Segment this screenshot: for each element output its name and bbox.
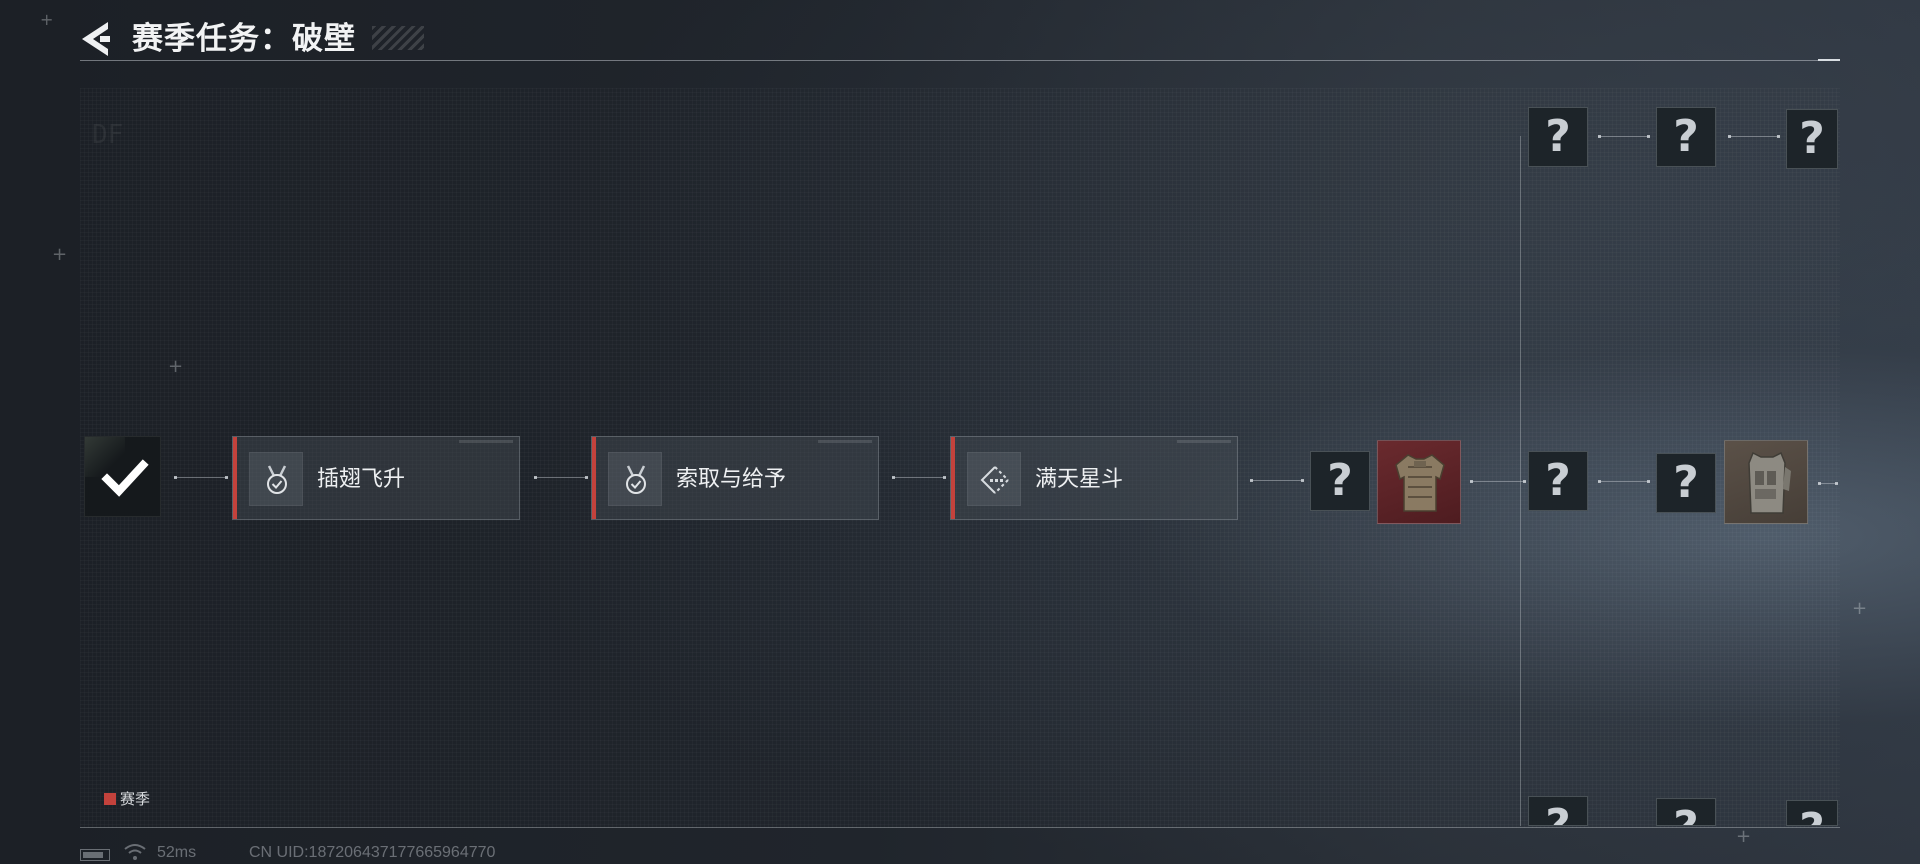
path-connector [1728, 135, 1780, 138]
ping-readout: 52ms [157, 844, 197, 861]
user-uid: CN UID:18720643717766596477​0 [249, 844, 496, 861]
legend-swatch [104, 792, 116, 805]
checkmark-icon [101, 459, 149, 497]
medal-check-icon [267, 465, 287, 494]
path-connector [892, 476, 946, 479]
wifi-icon [124, 844, 146, 860]
body-armor-icon [1395, 454, 1445, 512]
tactical-vest-icon [1748, 451, 1791, 514]
task-label: 满天星斗 [1035, 466, 1124, 491]
card-decoration [818, 440, 872, 443]
task-card-3[interactable]: 满天星斗 [950, 436, 1238, 520]
task-icon-box [249, 452, 303, 506]
question-mark-icon: ? [1673, 457, 1699, 508]
path-connector [1818, 482, 1838, 485]
legend: 赛季 [104, 788, 150, 809]
title-decoration [372, 26, 424, 50]
back-button[interactable] [78, 20, 114, 58]
locked-task-node[interactable]: ? [1310, 451, 1370, 511]
question-mark-icon: ? [1545, 455, 1571, 506]
battery-icon [80, 849, 110, 861]
task-label: 索取与给予 [676, 466, 787, 491]
path-connector [1470, 480, 1526, 483]
question-mark-icon: ? [1673, 111, 1699, 162]
crosshair-icon: + [1736, 826, 1752, 847]
locked-task-node[interactable]: ? [1656, 798, 1716, 826]
task-icon-box [967, 452, 1021, 506]
crosshair-icon: + [40, 10, 54, 29]
reward-item-body-armor[interactable] [1377, 440, 1461, 524]
card-decoration [459, 440, 513, 443]
locked-task-node[interactable]: ? [1656, 107, 1716, 167]
task-icon-box [608, 452, 662, 506]
back-arrow-icon [82, 22, 110, 56]
path-connector [1250, 479, 1304, 482]
task-label: 插翅飞升 [317, 466, 406, 491]
completed-node[interactable] [84, 436, 161, 517]
locked-task-node[interactable]: ? [1528, 107, 1588, 167]
crosshair-icon: + [1852, 598, 1868, 619]
card-decoration [1177, 440, 1231, 443]
question-mark-icon: ? [1673, 802, 1699, 825]
path-connector [1598, 135, 1650, 138]
medal-check-icon [626, 465, 646, 494]
season-accent-bar [951, 437, 955, 519]
question-mark-icon: ? [1799, 113, 1825, 164]
page-title: 赛季任务：破壁 [132, 21, 356, 56]
season-accent-bar [233, 437, 237, 519]
season-accent-bar [592, 437, 596, 519]
locked-task-node[interactable]: ? [1656, 453, 1716, 513]
header-divider-accent [1818, 59, 1840, 61]
branch-line [1520, 136, 1521, 826]
header-divider [80, 60, 1840, 61]
locked-task-node[interactable]: ? [1786, 109, 1838, 169]
diamond-pattern-icon [980, 466, 1009, 494]
hud-decoration: DF [92, 120, 124, 150]
crosshair-icon: + [52, 244, 68, 265]
question-mark-icon: ? [1327, 455, 1353, 506]
path-connector [174, 476, 228, 479]
legend-label: 赛季 [120, 791, 151, 808]
question-mark-icon: ? [1545, 111, 1571, 162]
footer-divider [80, 827, 1840, 828]
reward-item-tactical-vest[interactable] [1724, 440, 1808, 524]
locked-task-node[interactable]: ? [1786, 800, 1838, 826]
path-connector [534, 476, 588, 479]
locked-task-node[interactable]: ? [1528, 796, 1588, 826]
task-card-2[interactable]: 索取与给予 [591, 436, 879, 520]
question-mark-icon: ? [1799, 804, 1825, 825]
task-card-1[interactable]: 插翅飞升 [232, 436, 520, 520]
path-connector [1598, 480, 1650, 483]
locked-task-node[interactable]: ? [1528, 451, 1588, 511]
question-mark-icon: ? [1545, 800, 1571, 826]
crosshair-icon: + [168, 356, 184, 377]
